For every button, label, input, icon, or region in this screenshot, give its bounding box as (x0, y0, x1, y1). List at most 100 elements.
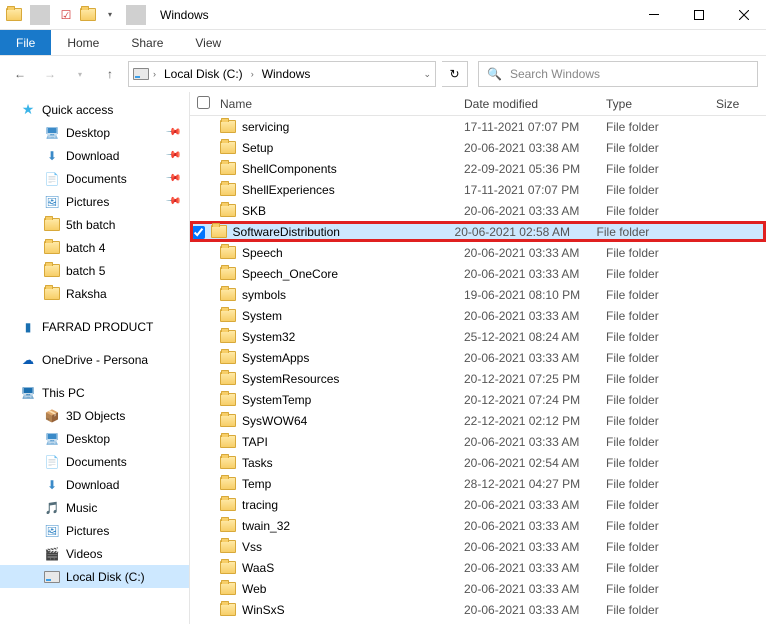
nav-item-music[interactable]: 🎵Music (0, 496, 189, 519)
file-date: 17-11-2021 07:07 PM (464, 120, 606, 134)
window-title: Windows (154, 8, 631, 22)
file-row[interactable]: SKB 20-06-2021 03:33 AM File folder (190, 200, 766, 221)
file-row[interactable]: SysWOW64 22-12-2021 02:12 PM File folder (190, 410, 766, 431)
file-row[interactable]: System32 25-12-2021 08:24 AM File folder (190, 326, 766, 347)
nav-farrad[interactable]: ▮ FARRAD PRODUCT (0, 315, 189, 338)
qat-dropdown-icon[interactable]: ▾ (100, 5, 120, 25)
folder-icon (44, 286, 60, 302)
recent-dropdown[interactable]: ▾ (68, 62, 92, 86)
file-row[interactable]: SystemApps 20-06-2021 03:33 AM File fold… (190, 347, 766, 368)
file-name: ShellComponents (242, 162, 337, 176)
file-list: Name Date modified Type Size servicing 1… (190, 92, 766, 624)
nav-item-download[interactable]: ⬇Download📌 (0, 144, 189, 167)
file-row[interactable]: TAPI 20-06-2021 03:33 AM File folder (190, 431, 766, 452)
desktop-icon: 🖥 (44, 431, 60, 447)
nav-item-raksha[interactable]: Raksha (0, 282, 189, 305)
forward-button[interactable]: → (38, 62, 62, 86)
download-icon: ⬇ (44, 148, 60, 164)
file-type: File folder (606, 456, 716, 470)
file-row[interactable]: SoftwareDistribution 20-06-2021 02:58 AM… (190, 221, 766, 242)
breadcrumb-item[interactable]: Local Disk (C:) (160, 67, 247, 81)
pictures-icon: 🖼 (44, 523, 60, 539)
file-row[interactable]: Temp 28-12-2021 04:27 PM File folder (190, 473, 766, 494)
chevron-right-icon[interactable]: › (251, 69, 254, 79)
file-row[interactable]: Vss 20-06-2021 03:33 AM File folder (190, 536, 766, 557)
refresh-button[interactable]: ↻ (442, 61, 468, 87)
select-all-checkbox[interactable] (197, 96, 210, 109)
back-button[interactable]: ← (8, 62, 32, 86)
nav-item-pictures[interactable]: 🖼Pictures📌 (0, 190, 189, 213)
nav-item-local-disk-c-[interactable]: Local Disk (C:) (0, 565, 189, 588)
nav-item-5th-batch[interactable]: 5th batch (0, 213, 189, 236)
app-icon (4, 5, 24, 25)
minimize-button[interactable] (631, 0, 676, 30)
folder-icon (220, 204, 236, 217)
file-row[interactable]: ShellExperiences 17-11-2021 07:07 PM Fil… (190, 179, 766, 200)
file-type: File folder (606, 330, 716, 344)
nav-item-documents[interactable]: 📄Documents (0, 450, 189, 473)
nav-item-pictures[interactable]: 🖼Pictures (0, 519, 189, 542)
search-input[interactable]: 🔍 Search Windows (478, 61, 758, 87)
nav-item-documents[interactable]: 📄Documents📌 (0, 167, 189, 190)
file-row[interactable]: SystemResources 20-12-2021 07:25 PM File… (190, 368, 766, 389)
file-row[interactable]: Tasks 20-06-2021 02:54 AM File folder (190, 452, 766, 473)
tab-home[interactable]: Home (51, 30, 115, 55)
column-type[interactable]: Type (606, 97, 716, 111)
qat-newfolder-icon[interactable] (78, 5, 98, 25)
nav-item-desktop[interactable]: 🖥Desktop📌 (0, 121, 189, 144)
nav-item-videos[interactable]: 🎬Videos (0, 542, 189, 565)
file-row[interactable]: Speech_OneCore 20-06-2021 03:33 AM File … (190, 263, 766, 284)
file-row[interactable]: SystemTemp 20-12-2021 07:24 PM File fold… (190, 389, 766, 410)
file-row[interactable]: symbols 19-06-2021 08:10 PM File folder (190, 284, 766, 305)
column-name[interactable]: Name (216, 97, 464, 111)
folder-icon (220, 498, 236, 511)
column-size[interactable]: Size (716, 97, 766, 111)
folder-icon (220, 456, 236, 469)
folder-icon (220, 414, 236, 427)
breadcrumb-item[interactable]: Windows (258, 67, 315, 81)
close-button[interactable] (721, 0, 766, 30)
nav-item-3d-objects[interactable]: 📦3D Objects (0, 404, 189, 427)
file-type: File folder (606, 162, 716, 176)
tab-share[interactable]: Share (115, 30, 179, 55)
file-row[interactable]: tracing 20-06-2021 03:33 AM File folder (190, 494, 766, 515)
file-row[interactable]: WinSxS 20-06-2021 03:33 AM File folder (190, 599, 766, 620)
file-type: File folder (606, 582, 716, 596)
nav-this-pc[interactable]: 🖥 This PC (0, 381, 189, 404)
nav-item-desktop[interactable]: 🖥Desktop (0, 427, 189, 450)
chevron-right-icon[interactable]: › (153, 69, 156, 79)
file-date: 19-06-2021 08:10 PM (464, 288, 606, 302)
chevron-down-icon[interactable]: ⌄ (423, 69, 431, 80)
tab-view[interactable]: View (179, 30, 237, 55)
column-headers[interactable]: Name Date modified Type Size (190, 92, 766, 116)
file-tab[interactable]: File (0, 30, 51, 55)
file-date: 22-09-2021 05:36 PM (464, 162, 606, 176)
maximize-button[interactable] (676, 0, 721, 30)
navigation-pane[interactable]: ★ Quick access 🖥Desktop📌⬇Download📌📄Docum… (0, 92, 190, 624)
documents-icon: 📄 (44, 171, 60, 187)
file-type: File folder (606, 372, 716, 386)
nav-onedrive[interactable]: ☁ OneDrive - Persona (0, 348, 189, 371)
address-bar[interactable]: › Local Disk (C:) › Windows ⌄ (128, 61, 436, 87)
drive-icon (44, 569, 60, 585)
file-row[interactable]: Web 20-06-2021 03:33 AM File folder (190, 578, 766, 599)
qat-properties-icon[interactable]: ☑ (56, 5, 76, 25)
nav-item-batch-4[interactable]: batch 4 (0, 236, 189, 259)
file-row[interactable]: Setup 20-06-2021 03:38 AM File folder (190, 137, 766, 158)
file-row[interactable]: twain_32 20-06-2021 03:33 AM File folder (190, 515, 766, 536)
file-row[interactable]: System 20-06-2021 03:33 AM File folder (190, 305, 766, 326)
file-row[interactable]: ShellComponents 22-09-2021 05:36 PM File… (190, 158, 766, 179)
row-checkbox[interactable] (192, 226, 205, 239)
up-button[interactable]: ↑ (98, 62, 122, 86)
file-row[interactable]: Speech 20-06-2021 03:33 AM File folder (190, 242, 766, 263)
file-name: System32 (242, 330, 295, 344)
file-type: File folder (606, 141, 716, 155)
column-date[interactable]: Date modified (464, 97, 606, 111)
nav-item-download[interactable]: ⬇Download (0, 473, 189, 496)
file-row[interactable]: servicing 17-11-2021 07:07 PM File folde… (190, 116, 766, 137)
nav-quick-access[interactable]: ★ Quick access (0, 98, 189, 121)
file-type: File folder (606, 351, 716, 365)
file-row[interactable]: WaaS 20-06-2021 03:33 AM File folder (190, 557, 766, 578)
star-icon: ★ (20, 102, 36, 118)
nav-item-batch-5[interactable]: batch 5 (0, 259, 189, 282)
